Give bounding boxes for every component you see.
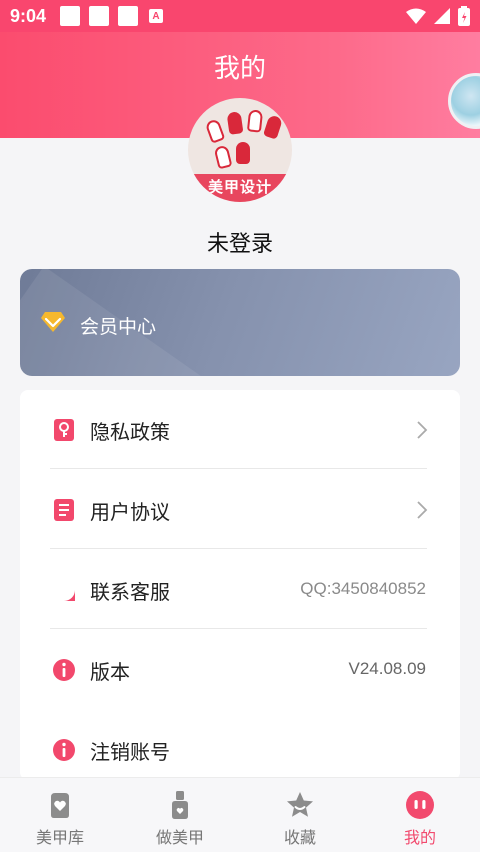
chevron-right-icon xyxy=(417,421,428,439)
divider xyxy=(50,548,427,549)
info-icon xyxy=(53,659,75,681)
nail-art-icon xyxy=(236,142,250,164)
menu-item-label: 用户协议 xyxy=(90,502,170,524)
notification-icon xyxy=(60,6,81,26)
battery-icon xyxy=(458,6,470,26)
divider xyxy=(50,628,427,629)
bottom-tab-bar: 美甲库 做美甲 收藏 我的 xyxy=(0,777,480,852)
menu-item-customer-service[interactable]: 联系客服 QQ:3450840852 xyxy=(20,550,460,630)
avatar-caption: 美甲设计 xyxy=(188,174,292,202)
menu-item-label: 注销账号 xyxy=(90,742,170,764)
menu-item-label: 隐私政策 xyxy=(90,422,170,444)
version-number: V24.08.09 xyxy=(348,659,426,678)
page-title: 我的 xyxy=(213,53,266,83)
notification-icon xyxy=(118,6,139,26)
wifi-icon xyxy=(406,8,426,24)
tab-mine[interactable]: 我的 xyxy=(360,778,480,852)
vip-center-card[interactable]: 会员中心 xyxy=(20,269,460,376)
menu-item-agreement[interactable]: 用户协议 xyxy=(20,470,460,550)
status-bar: 9:04 A xyxy=(0,0,480,32)
tab-label: 我的 xyxy=(403,830,436,847)
nail-polish-icon xyxy=(172,791,188,819)
tab-nail-library[interactable]: 美甲库 xyxy=(0,778,120,852)
a-icon: A xyxy=(149,9,164,23)
privacy-key-icon xyxy=(54,419,74,441)
profile-face-icon xyxy=(406,791,434,819)
nail-art-icon xyxy=(246,109,264,133)
signal-icon xyxy=(434,8,450,24)
info-icon xyxy=(53,739,75,761)
nail-art-icon xyxy=(262,114,284,140)
menu-item-label: 版本 xyxy=(90,662,130,684)
username[interactable]: 未登录 xyxy=(0,226,480,258)
settings-menu: 隐私政策 用户协议 联系客服 QQ:3450840852 版本 V24.08.0… xyxy=(20,390,460,780)
chevron-right-icon xyxy=(417,501,428,519)
divider xyxy=(50,468,427,469)
status-time: 9:04 xyxy=(10,5,47,26)
menu-item-version[interactable]: 版本 V24.08.09 xyxy=(20,630,460,710)
star-icon xyxy=(287,792,313,817)
nail-library-icon xyxy=(51,793,69,818)
customer-service-icon xyxy=(53,579,75,601)
tab-label: 美甲库 xyxy=(35,830,84,847)
diamond-icon xyxy=(41,312,65,332)
menu-item-label: 联系客服 xyxy=(90,582,170,604)
notification-icon xyxy=(89,6,110,26)
nail-art-icon xyxy=(213,144,233,170)
tab-label: 收藏 xyxy=(283,830,316,847)
vip-center-label: 会员中心 xyxy=(80,317,157,338)
agreement-doc-icon xyxy=(54,499,74,521)
customer-service-qq: QQ:3450840852 xyxy=(300,579,426,598)
nail-art-icon xyxy=(204,118,226,144)
nail-art-icon xyxy=(226,111,244,135)
tab-make-nail[interactable]: 做美甲 xyxy=(120,778,240,852)
tab-label: 做美甲 xyxy=(155,830,204,847)
menu-item-privacy[interactable]: 隐私政策 xyxy=(20,390,460,470)
avatar[interactable]: 美甲设计 xyxy=(188,98,292,202)
tab-favorites[interactable]: 收藏 xyxy=(240,778,360,852)
